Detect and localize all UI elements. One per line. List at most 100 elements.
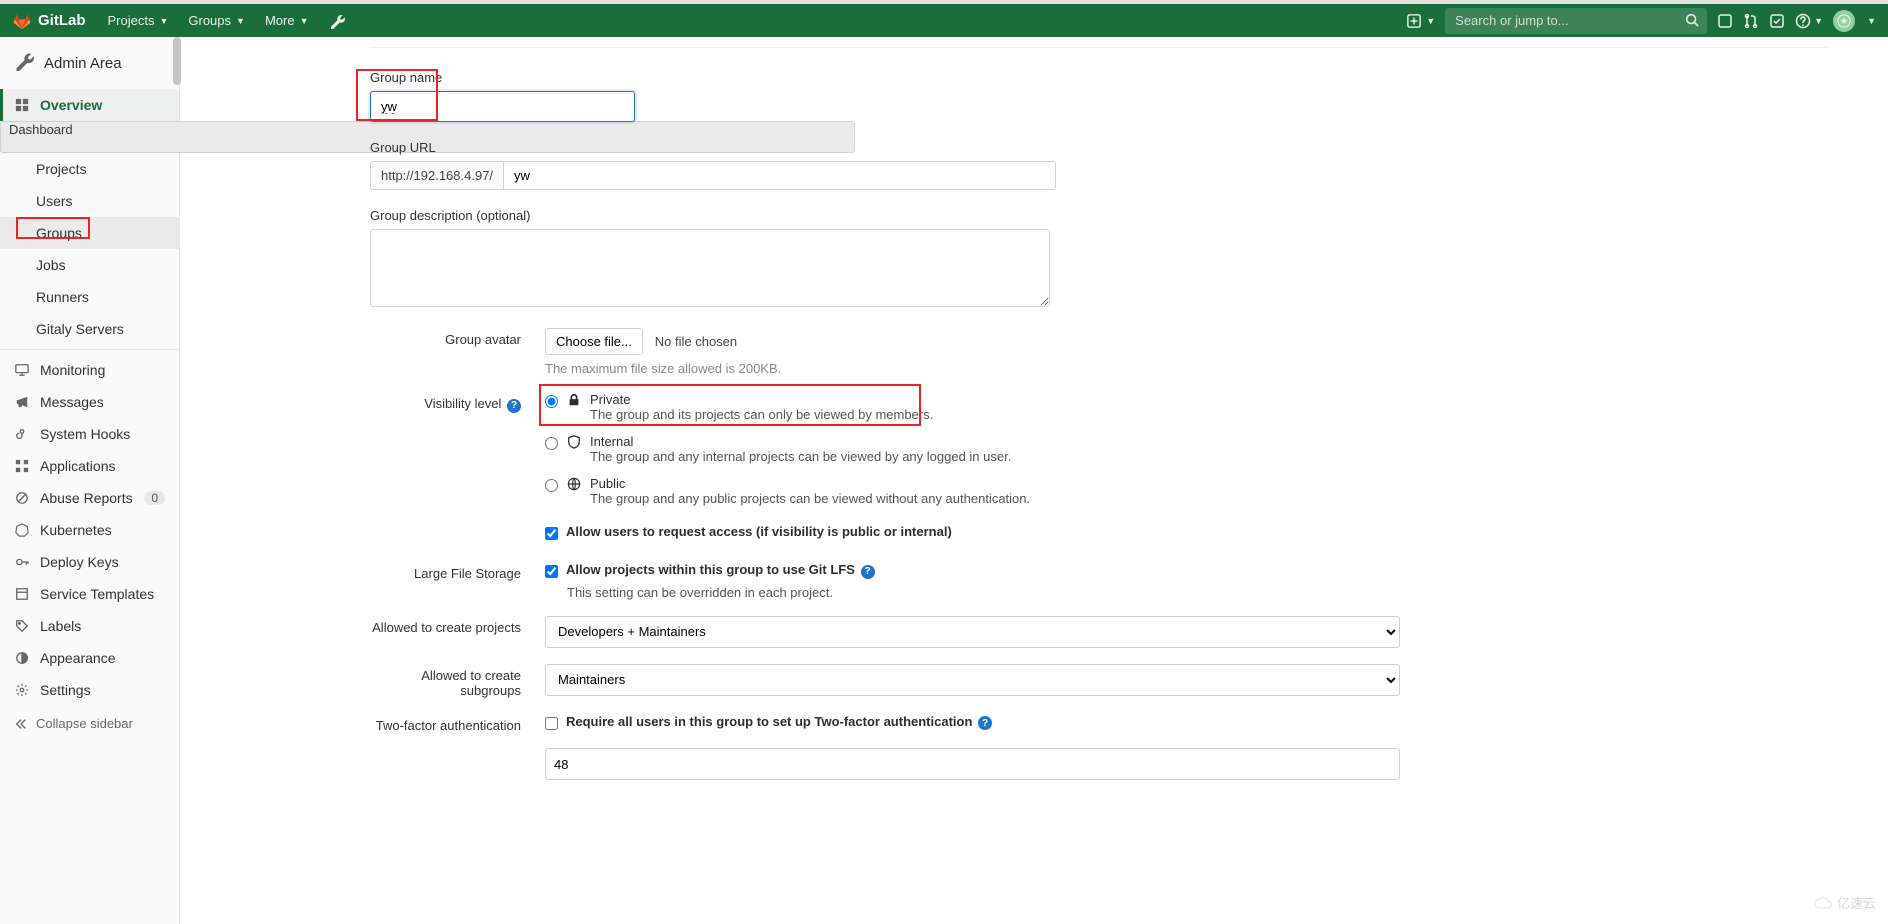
- wrench-icon[interactable]: [329, 13, 345, 29]
- visibility-internal-title: Internal: [590, 434, 1011, 449]
- allowed-subgroups-select[interactable]: Maintainers: [545, 664, 1400, 696]
- main-content: Group name Group URL http://192.168.4.97…: [180, 37, 1888, 924]
- sidebar-item-kubernetes[interactable]: Kubernetes: [0, 514, 179, 546]
- kubernetes-icon: [14, 523, 30, 537]
- settings-icon: [14, 683, 30, 697]
- chevron-double-left-icon: [14, 717, 28, 731]
- group-name-label: Group name: [370, 70, 1828, 85]
- help-icon[interactable]: ?: [978, 716, 992, 730]
- group-name-input[interactable]: [370, 91, 635, 122]
- group-url-input[interactable]: [503, 161, 1056, 190]
- plus-square-icon: [1407, 14, 1421, 28]
- nav-more[interactable]: More▼: [257, 9, 317, 32]
- slash-icon: [14, 491, 30, 505]
- user-avatar[interactable]: [1833, 10, 1855, 32]
- abuse-count-badge: 0: [144, 491, 165, 505]
- sidebar-sub-users[interactable]: Users: [0, 185, 179, 217]
- twofa-hours-input[interactable]: [545, 748, 1400, 780]
- gitlab-logo[interactable]: GitLab: [12, 11, 86, 31]
- help-icon[interactable]: ?: [861, 565, 875, 579]
- appearance-icon: [14, 651, 30, 665]
- sidebar-item-monitoring[interactable]: Monitoring: [0, 354, 179, 386]
- sidebar-sub-runners[interactable]: Runners: [0, 281, 179, 313]
- sidebar-sub-jobs[interactable]: Jobs: [0, 249, 179, 281]
- visibility-private-desc: The group and its projects can only be v…: [590, 407, 933, 422]
- todos-icon[interactable]: [1769, 13, 1785, 29]
- template-icon: [14, 587, 30, 601]
- sidebar-item-system-hooks[interactable]: System Hooks: [0, 418, 179, 450]
- no-file-text: No file chosen: [655, 334, 737, 349]
- sidebar-item-settings[interactable]: Settings: [0, 674, 179, 706]
- chevron-down-icon: ▼: [159, 16, 168, 26]
- monitor-icon: [14, 363, 30, 377]
- lock-icon: [566, 393, 582, 407]
- sidebar-item-abuse-reports[interactable]: Abuse Reports0: [0, 482, 179, 514]
- sidebar-item-labels[interactable]: Labels: [0, 610, 179, 642]
- sidebar-title[interactable]: Admin Area: [0, 37, 179, 89]
- brand-text: GitLab: [38, 12, 86, 29]
- issues-icon[interactable]: [1717, 13, 1733, 29]
- tanuki-icon: [12, 11, 32, 31]
- sidebar-item-messages[interactable]: Messages: [0, 386, 179, 418]
- overview-icon: [14, 98, 30, 112]
- group-desc-input[interactable]: [370, 229, 1050, 307]
- bullhorn-icon: [14, 395, 30, 409]
- search-input[interactable]: [1445, 8, 1707, 34]
- help-icon[interactable]: ?: [507, 399, 521, 413]
- merge-requests-icon[interactable]: [1743, 13, 1759, 29]
- choose-file-button[interactable]: Choose file...: [545, 328, 643, 355]
- visibility-internal-desc: The group and any internal projects can …: [590, 449, 1011, 464]
- group-url-prefix: http://192.168.4.97/: [370, 161, 503, 190]
- collapse-sidebar[interactable]: Collapse sidebar: [0, 706, 179, 741]
- wrench-icon: [14, 51, 34, 75]
- chevron-down-icon: ▼: [1426, 16, 1435, 26]
- visibility-internal-radio[interactable]: [545, 437, 558, 450]
- twofa-label: Two-factor authentication: [370, 714, 545, 781]
- visibility-public-radio[interactable]: [545, 479, 558, 492]
- chevron-down-icon: ▼: [300, 16, 309, 26]
- allow-access-label: Allow users to request access (if visibi…: [566, 524, 952, 539]
- sidebar-item-overview[interactable]: Overview: [0, 89, 179, 121]
- nav-groups[interactable]: Groups▼: [180, 9, 253, 32]
- lfs-hint: This setting can be overridden in each p…: [567, 585, 1828, 600]
- sidebar-item-appearance[interactable]: Appearance: [0, 642, 179, 674]
- allowed-projects-label: Allowed to create projects: [370, 616, 545, 648]
- help-dropdown[interactable]: ▼: [1795, 13, 1823, 29]
- chevron-down-icon: ▼: [1867, 16, 1876, 26]
- admin-sidebar: Admin Area Overview Dashboard Projects U…: [0, 37, 180, 924]
- visibility-public-title: Public: [590, 476, 1030, 491]
- lfs-check-label: Allow projects within this group to use …: [566, 562, 875, 579]
- allowed-projects-select[interactable]: Developers + Maintainers: [545, 616, 1400, 648]
- lfs-checkbox[interactable]: [545, 565, 558, 578]
- sidebar-item-service-templates[interactable]: Service Templates: [0, 578, 179, 610]
- group-url-label: Group URL: [370, 140, 1828, 155]
- key-icon: [14, 555, 30, 569]
- label-icon: [14, 619, 30, 633]
- top-navbar: GitLab Projects▼ Groups▼ More▼ ▼ ▼ ▼: [0, 4, 1888, 37]
- watermark: 亿速云: [1813, 893, 1876, 912]
- group-desc-label: Group description (optional): [370, 208, 1828, 223]
- avatar-hint: The maximum file size allowed is 200KB.: [545, 361, 1828, 376]
- sidebar-item-deploy-keys[interactable]: Deploy Keys: [0, 546, 179, 578]
- cloud-icon: [1813, 896, 1833, 910]
- search-icon[interactable]: [1685, 13, 1699, 30]
- nav-projects[interactable]: Projects▼: [100, 9, 177, 32]
- twofa-checkbox[interactable]: [545, 717, 558, 730]
- allow-access-checkbox[interactable]: [545, 527, 558, 540]
- sidebar-sub-groups[interactable]: Groups: [0, 217, 179, 249]
- visibility-label: Visibility level ?: [370, 392, 545, 546]
- sidebar-sub-gitaly[interactable]: Gitaly Servers: [0, 313, 179, 345]
- sidebar-sub-projects[interactable]: Projects: [0, 153, 179, 185]
- lfs-label: Large File Storage: [370, 562, 545, 600]
- visibility-private-title: Private: [590, 392, 933, 407]
- globe-icon: [566, 477, 582, 491]
- shield-icon: [566, 435, 582, 449]
- chevron-down-icon: ▼: [236, 16, 245, 26]
- twofa-check-label: Require all users in this group to set u…: [566, 714, 992, 731]
- group-avatar-label: Group avatar: [370, 328, 545, 376]
- new-dropdown[interactable]: ▼: [1407, 14, 1435, 28]
- allowed-subgroups-label: Allowed to create subgroups: [370, 664, 545, 698]
- sidebar-item-applications[interactable]: Applications: [0, 450, 179, 482]
- visibility-private-radio[interactable]: [545, 395, 558, 408]
- visibility-public-desc: The group and any public projects can be…: [590, 491, 1030, 506]
